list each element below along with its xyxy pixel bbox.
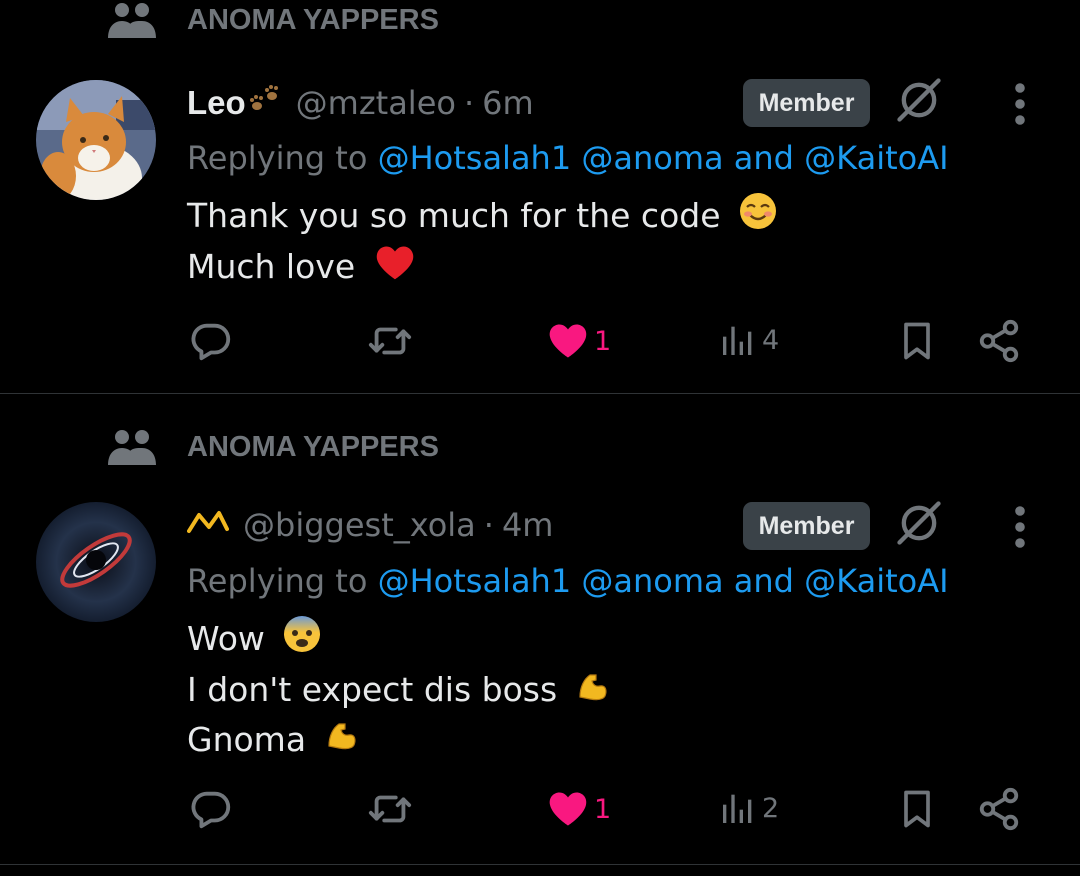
smiling-blush-emoji [739,192,777,243]
user-handle[interactable]: @biggest_xola [243,506,476,544]
like-button[interactable]: 1 [546,319,611,363]
post-line: Wow [187,619,265,658]
bookmark-button[interactable] [895,318,939,364]
replying-to: Replying to @Hotsalah1 @anoma and @Kaito… [187,136,949,180]
heart-icon [546,319,590,363]
reply-and: and [733,562,794,600]
reply-icon [188,318,234,364]
member-badge: Member [743,79,870,127]
member-badge: Member [743,502,870,550]
divider [0,864,1080,865]
repost-button[interactable] [366,318,414,364]
like-count: 1 [594,325,612,357]
flexed-biceps-emoji [325,717,359,765]
post-header: @biggest_xola · 4m [187,502,553,548]
more-options-icon[interactable] [1004,80,1036,128]
views-button[interactable]: 4 [718,320,779,360]
views-button[interactable]: 2 [718,788,779,828]
reply-button[interactable] [188,786,234,832]
share-button[interactable] [976,318,1022,364]
grok-icon[interactable] [893,74,945,126]
post-text: Thank you so much for the code Much love [187,192,777,294]
reply-prefix: Replying to [187,562,368,600]
like-button[interactable]: 1 [546,787,611,831]
repost-icon [366,318,414,364]
view-count: 2 [762,792,780,824]
mention-link[interactable]: @Hotsalah1 [378,562,572,600]
like-count: 1 [594,793,612,825]
red-heart-emoji [374,243,416,294]
post-line: Much love [187,247,356,286]
flexed-biceps-emoji [576,668,610,716]
repost-button[interactable] [366,786,414,832]
bookmark-button[interactable] [895,786,939,832]
post[interactable]: ANOMA YAPPERS @biggest_xola · 4m Member [0,394,1080,866]
reply-prefix: Replying to [187,139,368,177]
views-icon [718,320,758,360]
post-text: Wow I don't expect dis boss Gnoma [187,615,610,765]
post[interactable]: ANOMA YAPPERS Leo @mztaleo · 6m Member R… [0,0,1080,394]
mention-link[interactable]: @anoma [581,562,723,600]
avatar[interactable] [36,80,156,200]
share-icon [976,318,1022,364]
mention-link[interactable]: @KaitoAI [804,562,948,600]
bookmark-icon [895,318,939,364]
bookmark-icon [895,786,939,832]
share-button[interactable] [976,786,1022,832]
repost-icon [366,786,414,832]
view-count: 4 [762,324,780,356]
mention-link[interactable]: @anoma [581,139,723,177]
replying-to: Replying to @Hotsalah1 @anoma and @Kaito… [187,559,949,603]
reply-icon [188,786,234,832]
reply-button[interactable] [188,318,234,364]
avatar[interactable] [36,502,156,622]
paw-prints-emoji [248,84,282,118]
community-icon [108,429,156,465]
post-header: Leo @mztaleo · 6m [187,80,534,126]
community-name: ANOMA YAPPERS [187,431,439,463]
timestamp[interactable]: 6m [482,84,534,122]
post-line: Thank you so much for the code [187,196,721,235]
community-label[interactable]: ANOMA YAPPERS [108,2,439,38]
mention-link[interactable]: @Hotsalah1 [378,139,572,177]
chart-increasing-emoji [187,507,229,543]
timestamp[interactable]: 4m [502,506,554,544]
community-icon [108,2,156,38]
grok-icon[interactable] [893,497,945,549]
views-icon [718,788,758,828]
share-icon [976,786,1022,832]
post-line: Gnoma [187,719,307,759]
display-name[interactable]: Leo [187,84,246,122]
heart-icon [546,787,590,831]
user-handle[interactable]: @mztaleo [296,84,456,122]
community-label[interactable]: ANOMA YAPPERS [108,429,439,465]
mention-link[interactable]: @KaitoAI [804,139,948,177]
post-line: I don't expect dis boss [187,670,558,709]
separator: · [463,84,475,122]
more-options-icon[interactable] [1004,503,1036,551]
fearful-face-emoji [283,615,321,666]
separator: · [483,506,494,544]
reply-and: and [733,139,794,177]
community-name: ANOMA YAPPERS [187,4,439,36]
